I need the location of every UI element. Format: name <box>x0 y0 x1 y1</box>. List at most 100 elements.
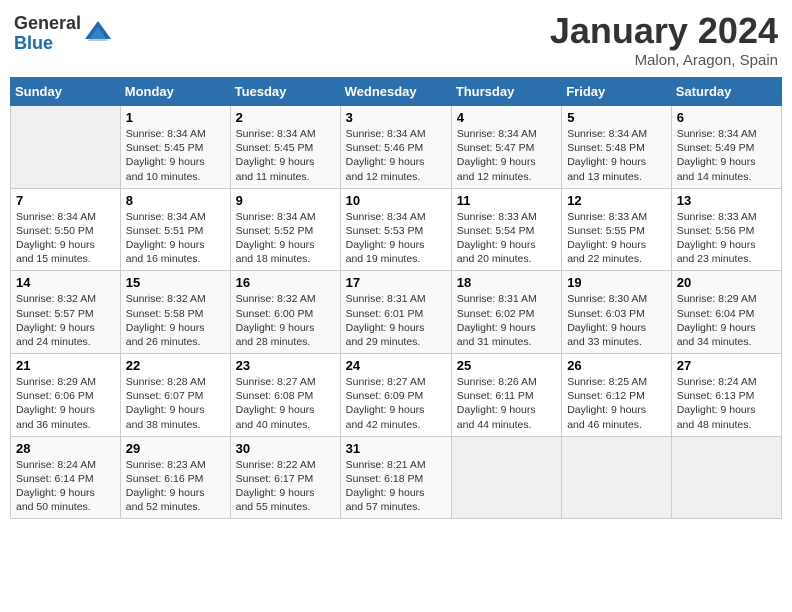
calendar-cell: 22 Sunrise: 8:28 AM Sunset: 6:07 PM Dayli… <box>120 354 230 437</box>
calendar-cell: 19 Sunrise: 8:30 AM Sunset: 6:03 PM Dayli… <box>562 271 672 354</box>
day-number: 13 <box>677 193 776 208</box>
calendar-cell: 14 Sunrise: 8:32 AM Sunset: 5:57 PM Dayli… <box>11 271 121 354</box>
calendar-table: SundayMondayTuesdayWednesdayThursdayFrid… <box>10 77 782 519</box>
day-number: 30 <box>236 441 335 456</box>
calendar-cell: 18 Sunrise: 8:31 AM Sunset: 6:02 PM Dayli… <box>451 271 561 354</box>
day-info: Sunrise: 8:28 AM Sunset: 6:07 PM Dayligh… <box>126 375 225 432</box>
day-info: Sunrise: 8:32 AM Sunset: 6:00 PM Dayligh… <box>236 292 335 349</box>
day-info: Sunrise: 8:27 AM Sunset: 6:09 PM Dayligh… <box>346 375 446 432</box>
day-number: 17 <box>346 275 446 290</box>
day-info: Sunrise: 8:34 AM Sunset: 5:48 PM Dayligh… <box>567 127 666 184</box>
header-sunday: Sunday <box>11 78 121 106</box>
day-number: 27 <box>677 358 776 373</box>
title-block: January 2024 Malon, Aragon, Spain <box>550 10 778 69</box>
title-month-year: January 2024 <box>550 10 778 52</box>
logo-icon <box>83 19 113 49</box>
calendar-cell: 2Sunrise: 8:34 AM Sunset: 5:45 PM Daylig… <box>230 106 340 189</box>
day-info: Sunrise: 8:25 AM Sunset: 6:12 PM Dayligh… <box>567 375 666 432</box>
calendar-cell: 28Sunrise: 8:24 AM Sunset: 6:14 PM Dayli… <box>11 436 121 519</box>
calendar-cell: 23Sunrise: 8:27 AM Sunset: 6:08 PM Dayli… <box>230 354 340 437</box>
day-info: Sunrise: 8:26 AM Sunset: 6:11 PM Dayligh… <box>457 375 556 432</box>
day-info: Sunrise: 8:34 AM Sunset: 5:52 PM Dayligh… <box>236 210 335 267</box>
day-info: Sunrise: 8:34 AM Sunset: 5:45 PM Dayligh… <box>126 127 225 184</box>
calendar-cell <box>11 106 121 189</box>
day-info: Sunrise: 8:31 AM Sunset: 6:02 PM Dayligh… <box>457 292 556 349</box>
day-number: 14 <box>16 275 115 290</box>
calendar-cell <box>451 436 561 519</box>
day-number: 23 <box>236 358 335 373</box>
day-info: Sunrise: 8:32 AM Sunset: 5:57 PM Dayligh… <box>16 292 115 349</box>
calendar-week-row: 28Sunrise: 8:24 AM Sunset: 6:14 PM Dayli… <box>11 436 782 519</box>
calendar-week-row: 1 Sunrise: 8:34 AM Sunset: 5:45 PM Daylig… <box>11 106 782 189</box>
calendar-week-row: 7 Sunrise: 8:34 AM Sunset: 5:50 PM Daylig… <box>11 188 782 271</box>
day-number: 7 <box>16 193 115 208</box>
calendar-week-row: 21 Sunrise: 8:29 AM Sunset: 6:06 PM Dayli… <box>11 354 782 437</box>
day-info: Sunrise: 8:29 AM Sunset: 6:06 PM Dayligh… <box>16 375 115 432</box>
day-info: Sunrise: 8:34 AM Sunset: 5:46 PM Dayligh… <box>346 127 446 184</box>
day-number: 4 <box>457 110 556 125</box>
calendar-cell: 11Sunrise: 8:33 AM Sunset: 5:54 PM Dayli… <box>451 188 561 271</box>
day-number: 1 <box>126 110 225 125</box>
calendar-cell: 15Sunrise: 8:32 AM Sunset: 5:58 PM Dayli… <box>120 271 230 354</box>
calendar-cell: 29Sunrise: 8:23 AM Sunset: 6:16 PM Dayli… <box>120 436 230 519</box>
header-tuesday: Tuesday <box>230 78 340 106</box>
day-number: 25 <box>457 358 556 373</box>
calendar-cell: 20 Sunrise: 8:29 AM Sunset: 6:04 PM Dayli… <box>671 271 781 354</box>
day-number: 21 <box>16 358 115 373</box>
day-number: 9 <box>236 193 335 208</box>
page-header: General Blue January 2024 Malon, Aragon,… <box>10 10 782 69</box>
calendar-cell: 17 Sunrise: 8:31 AM Sunset: 6:01 PM Dayli… <box>340 271 451 354</box>
header-thursday: Thursday <box>451 78 561 106</box>
day-info: Sunrise: 8:30 AM Sunset: 6:03 PM Dayligh… <box>567 292 666 349</box>
header-wednesday: Wednesday <box>340 78 451 106</box>
calendar-cell: 31Sunrise: 8:21 AM Sunset: 6:18 PM Dayli… <box>340 436 451 519</box>
calendar-cell: 7 Sunrise: 8:34 AM Sunset: 5:50 PM Daylig… <box>11 188 121 271</box>
header-monday: Monday <box>120 78 230 106</box>
calendar-cell: 16 Sunrise: 8:32 AM Sunset: 6:00 PM Dayli… <box>230 271 340 354</box>
day-info: Sunrise: 8:31 AM Sunset: 6:01 PM Dayligh… <box>346 292 446 349</box>
calendar-cell: 26Sunrise: 8:25 AM Sunset: 6:12 PM Dayli… <box>562 354 672 437</box>
day-info: Sunrise: 8:34 AM Sunset: 5:47 PM Dayligh… <box>457 127 556 184</box>
calendar-cell: 21 Sunrise: 8:29 AM Sunset: 6:06 PM Dayli… <box>11 354 121 437</box>
logo-general-text: General <box>14 14 81 34</box>
day-number: 8 <box>126 193 225 208</box>
day-info: Sunrise: 8:22 AM Sunset: 6:17 PM Dayligh… <box>236 458 335 515</box>
day-info: Sunrise: 8:33 AM Sunset: 5:56 PM Dayligh… <box>677 210 776 267</box>
day-number: 18 <box>457 275 556 290</box>
day-number: 6 <box>677 110 776 125</box>
logo: General Blue <box>14 14 113 54</box>
day-info: Sunrise: 8:34 AM Sunset: 5:45 PM Dayligh… <box>236 127 335 184</box>
day-info: Sunrise: 8:34 AM Sunset: 5:49 PM Dayligh… <box>677 127 776 184</box>
calendar-cell: 10 Sunrise: 8:34 AM Sunset: 5:53 PM Dayli… <box>340 188 451 271</box>
day-info: Sunrise: 8:24 AM Sunset: 6:13 PM Dayligh… <box>677 375 776 432</box>
day-number: 24 <box>346 358 446 373</box>
calendar-cell: 5 Sunrise: 8:34 AM Sunset: 5:48 PM Daylig… <box>562 106 672 189</box>
day-number: 16 <box>236 275 335 290</box>
day-number: 31 <box>346 441 446 456</box>
calendar-cell: 8 Sunrise: 8:34 AM Sunset: 5:51 PM Daylig… <box>120 188 230 271</box>
day-number: 19 <box>567 275 666 290</box>
calendar-cell: 13 Sunrise: 8:33 AM Sunset: 5:56 PM Dayli… <box>671 188 781 271</box>
day-info: Sunrise: 8:34 AM Sunset: 5:53 PM Dayligh… <box>346 210 446 267</box>
day-info: Sunrise: 8:29 AM Sunset: 6:04 PM Dayligh… <box>677 292 776 349</box>
calendar-cell <box>671 436 781 519</box>
day-info: Sunrise: 8:34 AM Sunset: 5:50 PM Dayligh… <box>16 210 115 267</box>
day-number: 5 <box>567 110 666 125</box>
calendar-cell: 3Sunrise: 8:34 AM Sunset: 5:46 PM Daylig… <box>340 106 451 189</box>
day-number: 20 <box>677 275 776 290</box>
calendar-cell: 25 Sunrise: 8:26 AM Sunset: 6:11 PM Dayli… <box>451 354 561 437</box>
day-number: 22 <box>126 358 225 373</box>
day-info: Sunrise: 8:32 AM Sunset: 5:58 PM Dayligh… <box>126 292 225 349</box>
calendar-week-row: 14 Sunrise: 8:32 AM Sunset: 5:57 PM Dayli… <box>11 271 782 354</box>
calendar-cell <box>562 436 672 519</box>
calendar-cell: 30 Sunrise: 8:22 AM Sunset: 6:17 PM Dayli… <box>230 436 340 519</box>
day-info: Sunrise: 8:33 AM Sunset: 5:55 PM Dayligh… <box>567 210 666 267</box>
day-number: 10 <box>346 193 446 208</box>
day-info: Sunrise: 8:24 AM Sunset: 6:14 PM Dayligh… <box>16 458 115 515</box>
day-info: Sunrise: 8:33 AM Sunset: 5:54 PM Dayligh… <box>457 210 556 267</box>
calendar-cell: 6 Sunrise: 8:34 AM Sunset: 5:49 PM Daylig… <box>671 106 781 189</box>
day-info: Sunrise: 8:34 AM Sunset: 5:51 PM Dayligh… <box>126 210 225 267</box>
calendar-header-row: SundayMondayTuesdayWednesdayThursdayFrid… <box>11 78 782 106</box>
logo-blue-text: Blue <box>14 34 81 54</box>
day-number: 29 <box>126 441 225 456</box>
